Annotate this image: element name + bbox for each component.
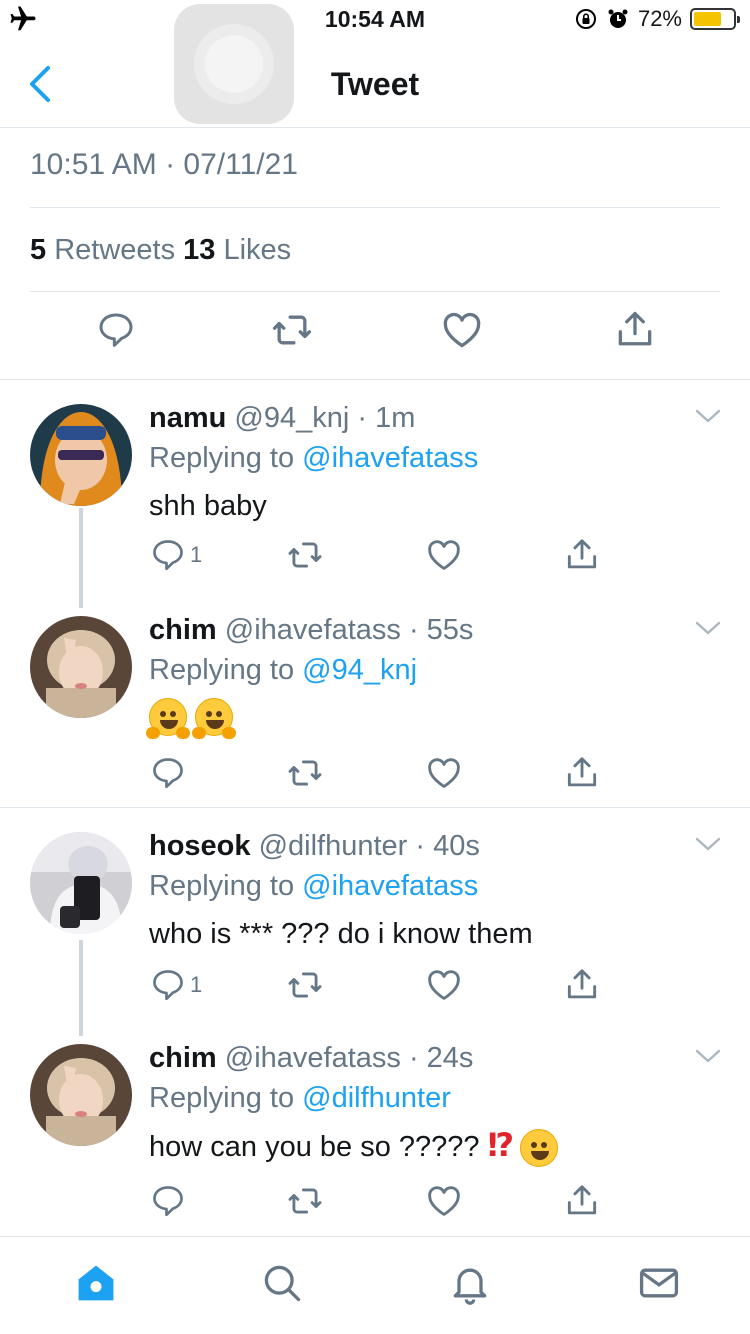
hugging-face-emoji	[146, 698, 190, 739]
user-handle[interactable]: @ihavefatass	[225, 614, 401, 646]
reply-time: · 55s	[408, 614, 474, 646]
like-icon[interactable]	[425, 966, 463, 1004]
tweet-timestamp: 10:51 AM · 07/11/21	[30, 148, 298, 181]
retweet-icon[interactable]	[270, 308, 314, 352]
like-icon[interactable]	[425, 754, 463, 792]
replying-to: Replying to @dilfhunter	[149, 1082, 451, 1115]
replying-to: Replying to @94_knj	[149, 654, 417, 687]
avatar[interactable]	[30, 616, 132, 718]
reply-time: · 40s	[415, 830, 480, 862]
grinning-face-emoji	[520, 1129, 559, 1168]
reply-text	[146, 698, 237, 739]
display-name[interactable]: hoseok	[149, 830, 251, 862]
like-label[interactable]: Likes	[223, 234, 291, 266]
alarm-icon	[608, 9, 628, 28]
retweet-label[interactable]: Retweets	[54, 234, 175, 266]
reply-item[interactable]: chim @ihavefatass · 24s Replying to @dil…	[0, 1024, 750, 1236]
avatar[interactable]	[30, 404, 132, 506]
replying-to-link[interactable]: @94_knj	[302, 654, 417, 686]
battery-level	[694, 12, 722, 26]
reply-text-body: how can you be so ?????	[149, 1131, 480, 1163]
replying-to-link[interactable]: @dilfhunter	[302, 1082, 451, 1114]
replying-to-link[interactable]: @ihavefatass	[302, 870, 478, 902]
chevron-down-icon[interactable]	[693, 1046, 723, 1066]
reply-icon[interactable]	[96, 308, 136, 352]
replying-to: Replying to @ihavefatass	[149, 870, 478, 903]
retweet-icon[interactable]	[286, 536, 324, 574]
share-icon[interactable]	[563, 754, 601, 792]
notifications-icon[interactable]	[448, 1261, 492, 1305]
reply-header: hoseok @dilfhunter · 40s	[149, 830, 480, 863]
retweet-icon[interactable]	[286, 754, 324, 792]
retweet-icon[interactable]	[286, 966, 324, 1004]
reply-text: shh baby	[149, 490, 267, 522]
reply-actions	[0, 1182, 750, 1222]
display-name[interactable]: chim	[149, 1042, 217, 1074]
reply-icon[interactable]	[150, 754, 186, 792]
navigation-header: Tweet	[0, 40, 750, 128]
reply-time: · 1m	[357, 402, 416, 434]
reply-icon[interactable]	[150, 536, 186, 574]
replying-prefix: Replying to	[149, 654, 295, 686]
reply-actions: 1	[0, 966, 750, 1006]
tweet-actions	[0, 308, 750, 368]
reply-item[interactable]: chim @ihavefatass · 55s Replying to @94_…	[0, 596, 750, 808]
avatar[interactable]	[30, 832, 132, 934]
reply-item[interactable]: namu @94_knj · 1m Replying to @ihavefata…	[0, 380, 750, 608]
display-name[interactable]: chim	[149, 614, 217, 646]
user-handle[interactable]: @ihavefatass	[225, 1042, 401, 1074]
share-icon[interactable]	[613, 308, 657, 352]
like-count[interactable]: 13	[183, 234, 215, 266]
retweet-count[interactable]: 5	[30, 234, 46, 266]
retweet-icon[interactable]	[286, 1182, 324, 1220]
replying-to-link[interactable]: @ihavefatass	[302, 442, 478, 474]
exclamation-question-emoji: ⁉	[487, 1127, 514, 1163]
share-icon[interactable]	[563, 1182, 601, 1220]
reply-time: · 24s	[408, 1042, 474, 1074]
display-name[interactable]: namu	[149, 402, 226, 434]
chevron-down-icon[interactable]	[693, 406, 723, 426]
replying-prefix: Replying to	[149, 870, 295, 902]
reply-text: who is *** ??? do i know them	[149, 918, 533, 950]
chevron-down-icon[interactable]	[693, 618, 723, 638]
reply-count: 1	[190, 542, 203, 567]
reply-actions	[0, 754, 750, 794]
share-icon[interactable]	[563, 966, 601, 1004]
divider	[30, 207, 720, 208]
reply-header: namu @94_knj · 1m	[149, 402, 415, 435]
replying-to: Replying to @ihavefatass	[149, 442, 478, 475]
like-icon[interactable]	[425, 1182, 463, 1220]
reply-item[interactable]: hoseok @dilfhunter · 40s Replying to @ih…	[0, 808, 750, 1036]
user-handle[interactable]: @dilfhunter	[259, 830, 408, 862]
status-right: 72%	[574, 6, 740, 32]
reply-count: 1	[190, 972, 203, 997]
battery-percent: 72%	[637, 6, 682, 31]
reply-icon[interactable]	[150, 1182, 186, 1220]
home-icon[interactable]	[74, 1261, 118, 1305]
replying-prefix: Replying to	[149, 1082, 295, 1114]
reply-actions: 1	[0, 536, 750, 576]
like-icon[interactable]	[440, 308, 484, 352]
battery-icon	[690, 8, 740, 30]
status-bar: 10:54 AM 72%	[0, 0, 750, 40]
avatar[interactable]	[30, 1044, 132, 1146]
tweet-stats: 5 Retweets 13 Likes	[30, 234, 291, 267]
search-icon[interactable]	[260, 1261, 304, 1305]
reply-icon[interactable]	[150, 966, 186, 1004]
divider	[30, 291, 720, 292]
page-title: Tweet	[330, 66, 420, 102]
chevron-down-icon[interactable]	[693, 834, 723, 854]
messages-icon[interactable]	[636, 1261, 682, 1305]
like-icon[interactable]	[425, 536, 463, 574]
reply-header: chim @ihavefatass · 55s	[149, 614, 473, 647]
assistive-touch-button[interactable]	[174, 4, 294, 124]
replying-prefix: Replying to	[149, 442, 295, 474]
hugging-face-emoji	[192, 698, 237, 739]
share-icon[interactable]	[563, 536, 601, 574]
user-handle[interactable]: @94_knj	[234, 402, 349, 434]
reply-header: chim @ihavefatass · 24s	[149, 1042, 473, 1075]
tab-bar	[0, 1236, 750, 1334]
orientation-lock-icon	[575, 9, 596, 29]
reply-text: how can you be so ????? ⁉	[149, 1126, 559, 1168]
